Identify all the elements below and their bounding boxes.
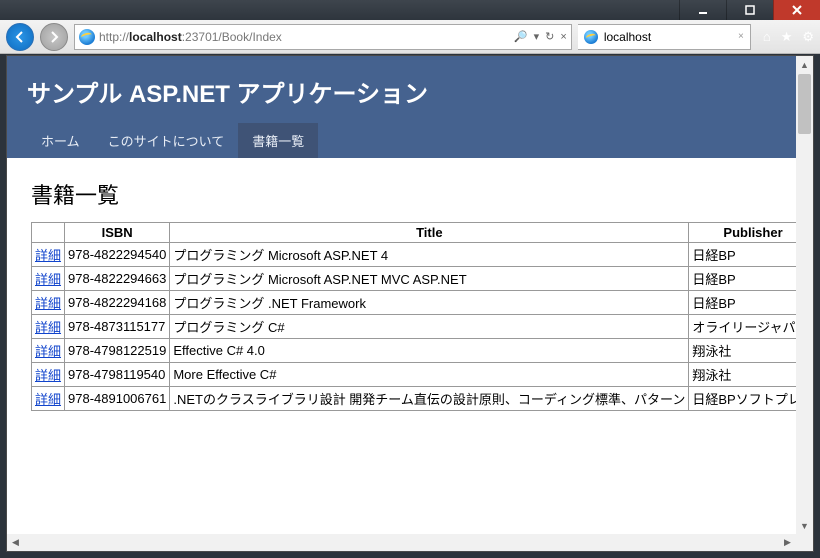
nav-about[interactable]: このサイトについて — [94, 123, 239, 158]
table-row: 詳細 978-4822294663プログラミング Microsoft ASP.NE… — [32, 267, 797, 291]
detail-cell: 詳細 — [32, 315, 65, 339]
detail-link[interactable]: 詳細 — [35, 392, 61, 407]
window-minimize-button[interactable] — [679, 0, 726, 20]
publisher-cell: オライリージャパン — [689, 315, 796, 339]
col-title: Title — [170, 223, 689, 243]
isbn-cell: 978-4798119540 — [65, 363, 170, 387]
back-button[interactable] — [6, 23, 34, 51]
detail-cell: 詳細 — [32, 363, 65, 387]
title-cell: .NETのクラスライブラリ設計 開発チーム直伝の設計原則、コーディング標準、パタ… — [170, 387, 689, 411]
publisher-cell: 日経BPソフトプレス — [689, 387, 796, 411]
detail-cell: 詳細 — [32, 291, 65, 315]
stop-icon[interactable]: × — [560, 31, 566, 43]
browser-tab[interactable]: localhost × — [578, 24, 751, 50]
books-table: ISBN Title Publisher Price 詳細 978-4822294… — [31, 222, 796, 411]
forward-button[interactable] — [40, 23, 68, 51]
site-title: サンプル ASP.NET アプリケーション — [27, 74, 776, 109]
site-banner: サンプル ASP.NET アプリケーション ホームこのサイトについて 書籍一覧 — [7, 56, 796, 158]
detail-cell: 詳細 — [32, 387, 65, 411]
detail-cell: 詳細 — [32, 339, 65, 363]
table-row: 詳細978-4798119540More Effective C#翔泳社¥3,7… — [32, 363, 797, 387]
title-cell: Effective C# 4.0 — [170, 339, 689, 363]
home-icon[interactable]: ⌂ — [763, 29, 771, 45]
page-content: サンプル ASP.NET アプリケーション ホームこのサイトについて 書籍一覧 … — [7, 56, 796, 534]
publisher-cell: 日経BP — [689, 291, 796, 315]
browser-viewport: サンプル ASP.NET アプリケーション ホームこのサイトについて 書籍一覧 … — [6, 55, 814, 552]
table-row: 詳細978-4798122519Effective C# 4.0翔泳社¥3,78… — [32, 339, 797, 363]
horizontal-scrollbar[interactable]: ◀ ▶ — [7, 534, 796, 551]
nav-books[interactable]: 書籍一覧 — [238, 123, 318, 158]
detail-link[interactable]: 詳細 — [35, 320, 61, 335]
title-cell: プログラミング Microsoft ASP.NET 4 — [170, 243, 689, 267]
tab-close-icon[interactable]: × — [738, 31, 744, 42]
tab-title: localhost — [604, 30, 651, 44]
vertical-scrollbar[interactable]: ▲ ▼ — [796, 56, 813, 534]
detail-link[interactable]: 詳細 — [35, 296, 61, 311]
col-publisher: Publisher — [689, 223, 796, 243]
publisher-cell: 翔泳社 — [689, 339, 796, 363]
publisher-cell: 日経BP — [689, 243, 796, 267]
detail-cell: 詳細 — [32, 267, 65, 291]
page-heading: 書籍一覧 — [31, 178, 772, 210]
scroll-right-icon[interactable]: ▶ — [779, 534, 796, 551]
col-isbn: ISBN — [65, 223, 170, 243]
table-header-row: ISBN Title Publisher Price — [32, 223, 797, 243]
detail-link[interactable]: 詳細 — [35, 272, 61, 287]
favorites-icon[interactable]: ★ — [781, 29, 793, 45]
window-titlebar — [0, 0, 820, 20]
scroll-thumb[interactable] — [798, 74, 811, 134]
refresh-icon[interactable]: ↻ — [545, 30, 554, 43]
publisher-cell: 翔泳社 — [689, 363, 796, 387]
title-cell: プログラミング Microsoft ASP.NET MVC ASP.NET — [170, 267, 689, 291]
publisher-cell: 日経BP — [689, 267, 796, 291]
window-close-button[interactable] — [773, 0, 820, 20]
command-bar: ⌂ ★ ⚙ — [763, 29, 814, 45]
isbn-cell: 978-4873115177 — [65, 315, 170, 339]
detail-cell: 詳細 — [32, 243, 65, 267]
dropdown-icon[interactable]: ▾ — [534, 30, 540, 43]
title-cell: More Effective C# — [170, 363, 689, 387]
isbn-cell: 978-4891006761 — [65, 387, 170, 411]
isbn-cell: 978-4798122519 — [65, 339, 170, 363]
window-maximize-button[interactable] — [726, 0, 773, 20]
detail-link[interactable]: 詳細 — [35, 248, 61, 263]
table-row: 詳細 978-4822294168プログラミング .NET Framework日経… — [32, 291, 797, 315]
detail-link[interactable]: 詳細 — [35, 344, 61, 359]
table-row: 詳細 978-4891006761.NETのクラスライブラリ設計 開発チーム直伝の… — [32, 387, 797, 411]
title-cell: プログラミング .NET Framework — [170, 291, 689, 315]
browser-toolbar: http://localhost:23701/Book/Index 🔍 ▾ ↻ … — [0, 20, 820, 54]
scroll-up-icon[interactable]: ▲ — [796, 56, 813, 73]
detail-link[interactable]: 詳細 — [35, 368, 61, 383]
table-row: 詳細978-4873115177プログラミング C#オライリージャパン¥5,04… — [32, 315, 797, 339]
scroll-left-icon[interactable]: ◀ — [7, 534, 24, 551]
isbn-cell: 978-4822294168 — [65, 291, 170, 315]
isbn-cell: 978-4822294540 — [65, 243, 170, 267]
site-nav: ホームこのサイトについて 書籍一覧 — [27, 123, 776, 158]
address-bar[interactable]: http://localhost:23701/Book/Index 🔍 ▾ ↻ … — [74, 24, 572, 50]
tools-icon[interactable]: ⚙ — [802, 29, 814, 45]
scroll-corner — [796, 534, 813, 551]
title-cell: プログラミング C# — [170, 315, 689, 339]
ie-icon — [584, 30, 598, 44]
col-detail — [32, 223, 65, 243]
search-icon[interactable]: 🔍 — [514, 30, 528, 43]
scroll-down-icon[interactable]: ▼ — [796, 517, 813, 534]
ie-icon — [79, 29, 95, 45]
nav-home[interactable]: ホーム — [27, 123, 94, 158]
url-text: http://localhost:23701/Book/Index — [99, 30, 510, 44]
isbn-cell: 978-4822294663 — [65, 267, 170, 291]
table-row: 詳細 978-4822294540プログラミング Microsoft ASP.NE… — [32, 243, 797, 267]
